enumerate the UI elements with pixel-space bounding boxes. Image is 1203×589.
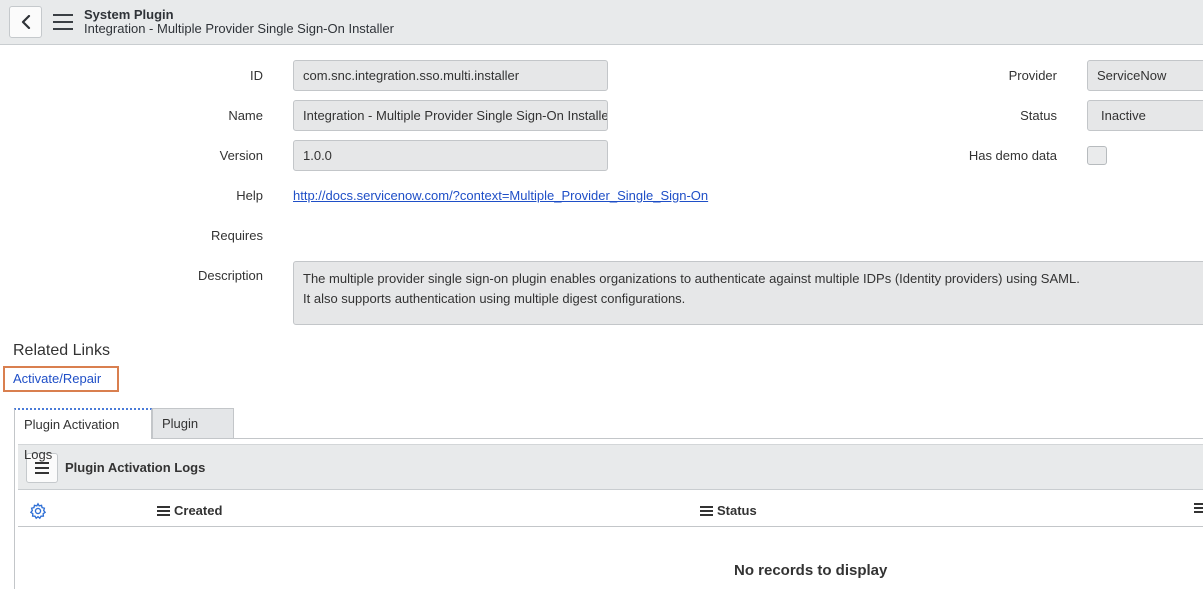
empty-list-message: No records to display: [734, 562, 888, 579]
related-links-title: Related Links: [13, 342, 110, 359]
related-list-header: Plugin Activation Logs: [18, 444, 1203, 490]
column-header-status[interactable]: Status: [700, 503, 757, 518]
status-label: Status: [1020, 108, 1057, 123]
version-label: Version: [219, 148, 263, 163]
id-field[interactable]: com.snc.integration.sso.multi.installer: [293, 60, 608, 91]
chevron-left-icon: [21, 15, 30, 29]
description-line-2: It also supports authentication using mu…: [303, 291, 686, 306]
description-line-1: The multiple provider single sign-on plu…: [303, 271, 1080, 286]
tab-plugin-files[interactable]: Plugin Files: [152, 408, 234, 461]
gear-icon[interactable]: [29, 502, 47, 520]
column-header-status-label: Status: [717, 503, 757, 518]
status-field[interactable]: Inactive: [1087, 100, 1203, 131]
provider-field[interactable]: ServiceNow: [1087, 60, 1203, 91]
provider-label: Provider: [1008, 68, 1057, 83]
help-label: Help: [236, 188, 263, 203]
has-demo-data-label: Has demo data: [968, 148, 1057, 163]
page-title: System Plugin: [84, 7, 174, 22]
has-demo-data-checkbox[interactable]: [1087, 146, 1107, 165]
column-menu-icon[interactable]: [700, 505, 713, 516]
description-field[interactable]: The multiple provider single sign-on plu…: [293, 261, 1203, 325]
form-context-menu-icon[interactable]: [53, 14, 73, 30]
form-header: System Plugin Integration - Multiple Pro…: [0, 0, 1203, 45]
column-header-created-label: Created: [174, 503, 223, 518]
column-header-more[interactable]: [1194, 503, 1203, 513]
list-column-header-row: Created Status: [18, 496, 1203, 527]
column-menu-icon[interactable]: [1194, 503, 1203, 513]
back-button[interactable]: [9, 6, 42, 38]
help-link[interactable]: http://docs.servicenow.com/?context=Mult…: [293, 188, 708, 203]
related-list-title: Plugin Activation Logs: [65, 460, 206, 475]
name-field[interactable]: Integration - Multiple Provider Single S…: [293, 100, 608, 131]
activate-repair-link[interactable]: Activate/Repair: [13, 371, 101, 386]
column-header-created[interactable]: Created: [157, 503, 222, 518]
name-label: Name: [228, 108, 263, 123]
column-menu-icon[interactable]: [157, 505, 170, 516]
tab-plugin-activation-logs[interactable]: Plugin Activation Logs: [14, 408, 152, 462]
version-field[interactable]: 1.0.0: [293, 140, 608, 171]
description-label: Description: [197, 268, 263, 283]
requires-label: Requires: [210, 228, 263, 243]
page-subtitle: Integration - Multiple Provider Single S…: [84, 21, 394, 36]
id-label: ID: [250, 68, 263, 83]
